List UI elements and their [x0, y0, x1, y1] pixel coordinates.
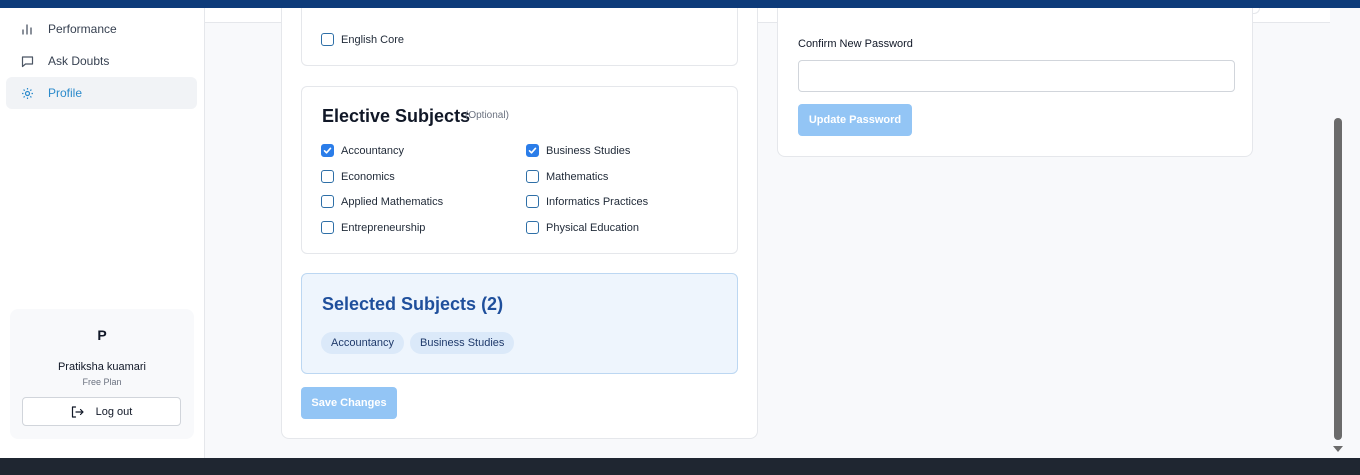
checkbox-label: Economics [341, 170, 395, 183]
checkbox-checked[interactable] [321, 144, 334, 157]
checkbox-label: Mathematics [546, 170, 609, 183]
scroll-down-arrow-icon[interactable] [1333, 446, 1343, 452]
checkbox[interactable] [526, 195, 539, 208]
sidebar-item-label: Profile [48, 86, 83, 100]
sidebar-item-label: Performance [48, 22, 117, 36]
sidebar-item-profile[interactable]: Profile [6, 77, 197, 109]
checkbox-label: Business Studies [546, 144, 631, 157]
elective-subjects-box: Elective Subjects (Optional) Accountancy… [301, 86, 738, 254]
top-bar [0, 0, 1360, 8]
logout-button[interactable]: Log out [22, 397, 181, 426]
checkbox-label: Accountancy [341, 144, 404, 157]
scrollbar-thumb[interactable] [1334, 118, 1342, 440]
checkbox[interactable] [321, 195, 334, 208]
user-plan: Free Plan [82, 377, 122, 387]
sidebar-item-ask-doubts[interactable]: Ask Doubts [6, 45, 197, 77]
save-changes-button[interactable]: Save Changes [301, 387, 397, 419]
checkbox[interactable] [321, 221, 334, 234]
selected-chip-accountancy: Accountancy [321, 332, 404, 354]
chat-bubble-icon [20, 54, 34, 68]
checkbox[interactable] [526, 170, 539, 183]
sidebar-item-label: Ask Doubts [48, 54, 110, 68]
password-card: Confirm New Password Update Password [777, 8, 1253, 157]
selected-chip-business-studies: Business Studies [410, 332, 515, 354]
elective-mathematics[interactable]: Mathematics [526, 170, 608, 183]
checkbox-label: Entrepreneurship [341, 221, 426, 234]
elective-title: Elective Subjects [322, 106, 471, 126]
update-password-button[interactable]: Update Password [798, 104, 912, 136]
checkbox[interactable] [321, 33, 334, 46]
checkbox-label: Applied Mathematics [341, 195, 444, 208]
logout-label: Log out [95, 405, 133, 418]
elective-informatics-practices[interactable]: Informatics Practices [526, 195, 648, 208]
checkbox-label: English Core [341, 33, 404, 46]
logout-icon [71, 405, 84, 418]
selected-subjects-box: Selected Subjects (2) Accountancy Busine… [301, 273, 738, 374]
checkbox[interactable] [321, 170, 334, 183]
elective-economics[interactable]: Economics [321, 170, 395, 183]
avatar: P [97, 327, 107, 343]
taskbar [0, 458, 1360, 475]
elective-physical-education[interactable]: Physical Education [526, 221, 639, 234]
elective-applied-mathematics[interactable]: Applied Mathematics [321, 195, 443, 208]
selected-subjects-title: Selected Subjects (2) [322, 294, 504, 314]
elective-business-studies[interactable]: Business Studies [526, 144, 630, 157]
optional-label: (Optional) [465, 110, 509, 121]
core-subjects-box: English Core [301, 8, 738, 66]
confirm-password-input[interactable] [798, 60, 1235, 92]
user-name: Pratiksha kuamari [57, 361, 147, 373]
checkbox[interactable] [526, 221, 539, 234]
checkbox-checked[interactable] [526, 144, 539, 157]
bar-chart-icon [20, 22, 34, 36]
checkbox-label: Physical Education [546, 221, 639, 234]
sidebar-item-performance[interactable]: Performance [6, 13, 197, 45]
elective-entrepreneurship[interactable]: Entrepreneurship [321, 221, 425, 234]
user-card: P Pratiksha kuamari Free Plan Log out [10, 309, 194, 439]
sidebar: Performance Ask Doubts Profile P Pratiks… [0, 8, 205, 458]
confirm-password-label: Confirm New Password [798, 38, 913, 50]
checkbox-label: Informatics Practices [546, 195, 649, 208]
elective-accountancy[interactable]: Accountancy [321, 144, 404, 157]
core-subject-english-core[interactable]: English Core [321, 33, 404, 46]
gear-icon [20, 86, 34, 100]
